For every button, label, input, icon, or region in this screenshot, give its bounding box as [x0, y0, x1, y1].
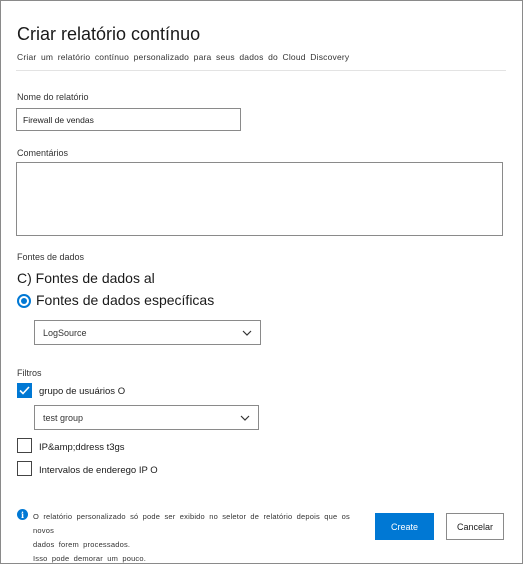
report-name-input[interactable]: Firewall de vendas: [16, 108, 241, 131]
user-group-label: grupo de usuários O: [39, 386, 126, 397]
data-sources-specific-option[interactable]: Fontes de dados específicas: [36, 292, 214, 308]
divider: [16, 70, 506, 71]
data-sources-all-option[interactable]: C) Fontes de dados al: [17, 270, 155, 286]
checkmark-icon: [19, 386, 30, 395]
chevron-down-icon: [240, 413, 250, 423]
cancel-button[interactable]: Cancelar: [446, 513, 504, 540]
report-name-label: Nome do relatório: [17, 92, 89, 102]
ip-tags-checkbox[interactable]: [17, 438, 32, 453]
user-group-select[interactable]: test group: [34, 405, 259, 430]
create-button[interactable]: Create: [375, 513, 434, 540]
data-sources-label: Fontes de dados: [17, 252, 85, 262]
radio-selected-icon[interactable]: [17, 294, 31, 308]
filters-label: Filtros: [17, 368, 42, 378]
dialog-title: Criar relatório contínuo: [17, 24, 201, 44]
ip-ranges-checkbox[interactable]: [17, 461, 32, 476]
log-source-select[interactable]: LogSource: [34, 320, 261, 345]
dialog-subtitle: Criar um relatório contínuo personalizad…: [17, 52, 350, 62]
info-icon: i: [17, 509, 28, 520]
ip-tags-label: IP&amp;ddress t3gs: [39, 442, 125, 453]
user-group-value: test group: [43, 412, 84, 423]
comments-label: Comentários: [17, 148, 69, 158]
note-line-2: dados forem processados.: [33, 540, 131, 549]
processing-note: O relatório personalizado só pode ser ex…: [33, 510, 368, 566]
chevron-down-icon: [242, 328, 252, 338]
user-group-checkbox[interactable]: [17, 383, 32, 398]
ip-ranges-label: Intervalos de enderego IP O: [39, 465, 158, 476]
report-name-value: Firewall de vendas: [23, 114, 94, 125]
comments-textarea[interactable]: [16, 162, 503, 236]
log-source-value: LogSource: [43, 327, 87, 338]
note-line-1: O relatório personalizado só pode ser ex…: [33, 512, 350, 535]
